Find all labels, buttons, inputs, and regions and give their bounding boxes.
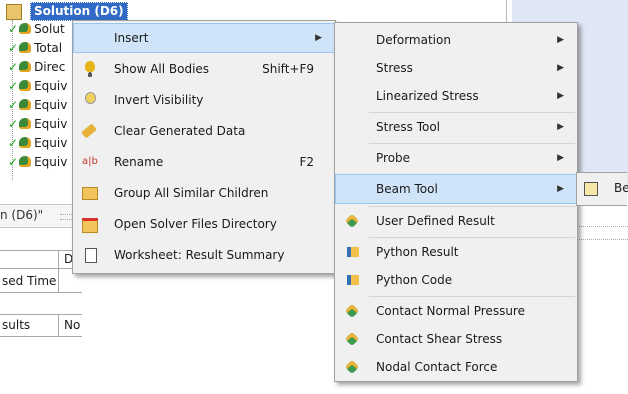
- grid-line: [0, 314, 82, 315]
- panel-grip[interactable]: [576, 226, 628, 240]
- result-icon: [19, 61, 32, 72]
- submenu-item-user-defined-result[interactable]: User Defined Result: [336, 207, 576, 235]
- result-icon: [19, 80, 32, 91]
- submenu-item-contact-normal-pressure[interactable]: Contact Normal Pressure: [336, 297, 576, 325]
- check-icon: ✓: [8, 117, 19, 131]
- tree-node-child[interactable]: ✓ Total: [8, 39, 62, 58]
- beam-icon: [584, 182, 598, 196]
- result-icon: [19, 42, 32, 53]
- tree-node-child[interactable]: ✓ Equiv: [8, 96, 67, 115]
- solution-icon: [6, 4, 22, 20]
- submenu-item-linearized-stress[interactable]: Linearized Stress ▶: [336, 82, 576, 110]
- menu-item-insert[interactable]: Insert ▶: [73, 23, 335, 53]
- tree-node-child[interactable]: ✓ Solut: [8, 20, 65, 39]
- chevron-right-icon: ▶: [557, 91, 564, 101]
- check-icon: ✓: [8, 136, 19, 150]
- menu-item-invert-visibility[interactable]: Invert Visibility: [74, 86, 334, 114]
- tree-node-child[interactable]: ✓ Equiv: [8, 153, 67, 172]
- submenu-item-beam[interactable]: Be: [578, 174, 628, 202]
- submenu-item-contact-shear-stress[interactable]: Contact Shear Stress: [336, 325, 576, 353]
- details-row-label: sed Time: [2, 274, 57, 288]
- submenu-item-probe[interactable]: Probe ▶: [336, 144, 576, 172]
- chevron-right-icon: ▶: [557, 153, 564, 163]
- contact-icon: [344, 359, 360, 375]
- folder-icon: [82, 187, 98, 200]
- check-icon: ✓: [8, 155, 19, 169]
- tree-node-child[interactable]: ✓ Equiv: [8, 115, 67, 134]
- details-title: n (D6)": [0, 208, 44, 222]
- grid-line: [58, 314, 59, 336]
- python-icon: [347, 247, 359, 257]
- user-result-icon: [344, 213, 360, 229]
- tree-node-child[interactable]: ✓ Equiv: [8, 134, 67, 153]
- check-icon: ✓: [8, 41, 19, 55]
- tree-node-solution[interactable]: Solution (D6): [30, 2, 128, 21]
- worksheet-icon: [85, 248, 97, 263]
- details-row-label: sults: [2, 318, 31, 332]
- submenu-item-python-result[interactable]: Python Result: [336, 238, 576, 266]
- submenu-item-stress[interactable]: Stress ▶: [336, 54, 576, 82]
- details-row-value[interactable]: No: [64, 316, 80, 334]
- check-icon: ✓: [8, 98, 19, 112]
- grid-line: [0, 292, 82, 293]
- result-icon: [19, 156, 32, 167]
- tree-node-child[interactable]: ✓ Direc: [8, 58, 65, 77]
- submenu-item-deformation[interactable]: Deformation ▶: [336, 26, 576, 54]
- submenu-item-nodal-contact-force[interactable]: Nodal Contact Force: [336, 353, 576, 381]
- check-icon: ✓: [8, 79, 19, 93]
- insert-submenu: Deformation ▶ Stress ▶ Linearized Stress…: [334, 22, 578, 382]
- grid-line: [0, 268, 82, 269]
- menu-item-clear-generated-data[interactable]: Clear Generated Data: [74, 117, 334, 145]
- contact-icon: [344, 331, 360, 347]
- bulb-icon: [85, 61, 95, 72]
- result-icon: [19, 118, 32, 129]
- chevron-right-icon: ▶: [557, 35, 564, 45]
- chevron-right-icon: ▶: [315, 33, 322, 43]
- result-icon: [19, 99, 32, 110]
- submenu-item-python-code[interactable]: Python Code: [336, 266, 576, 294]
- context-menu: Insert ▶ Show All Bodies Shift+F9 Invert…: [72, 20, 336, 274]
- menu-item-group-similar-children[interactable]: Group All Similar Children: [74, 179, 334, 207]
- check-icon: ✓: [8, 22, 19, 36]
- chevron-right-icon: ▶: [557, 122, 564, 132]
- submenu-item-stress-tool[interactable]: Stress Tool ▶: [336, 113, 576, 141]
- invert-bulb-icon: [85, 92, 96, 104]
- contact-icon: [344, 303, 360, 319]
- chevron-right-icon: ▶: [557, 184, 564, 194]
- menu-item-worksheet[interactable]: Worksheet: Result Summary: [74, 241, 334, 269]
- menu-item-open-solver-files[interactable]: Open Solver Files Directory: [74, 210, 334, 238]
- shortcut: F2: [299, 155, 314, 169]
- check-icon: ✓: [8, 60, 19, 74]
- rename-icon: a|b: [82, 156, 98, 167]
- menu-item-show-all-bodies[interactable]: Show All Bodies Shift+F9: [74, 55, 334, 83]
- insert-icon: [82, 30, 98, 46]
- beam-tool-submenu: Be: [576, 172, 628, 206]
- result-icon: [19, 137, 32, 148]
- chevron-right-icon: ▶: [557, 63, 564, 73]
- eraser-icon: [81, 123, 97, 139]
- submenu-item-beam-tool[interactable]: Beam Tool ▶: [335, 174, 577, 204]
- open-folder-icon: [82, 218, 98, 233]
- grid-line: [0, 336, 82, 337]
- grid-line: [58, 250, 59, 292]
- python-icon: [347, 275, 359, 285]
- shortcut: Shift+F9: [262, 62, 314, 76]
- menu-item-rename[interactable]: a|b Rename F2: [74, 148, 334, 176]
- result-icon: [19, 23, 32, 34]
- tree-node-child[interactable]: ✓ Equiv: [8, 77, 67, 96]
